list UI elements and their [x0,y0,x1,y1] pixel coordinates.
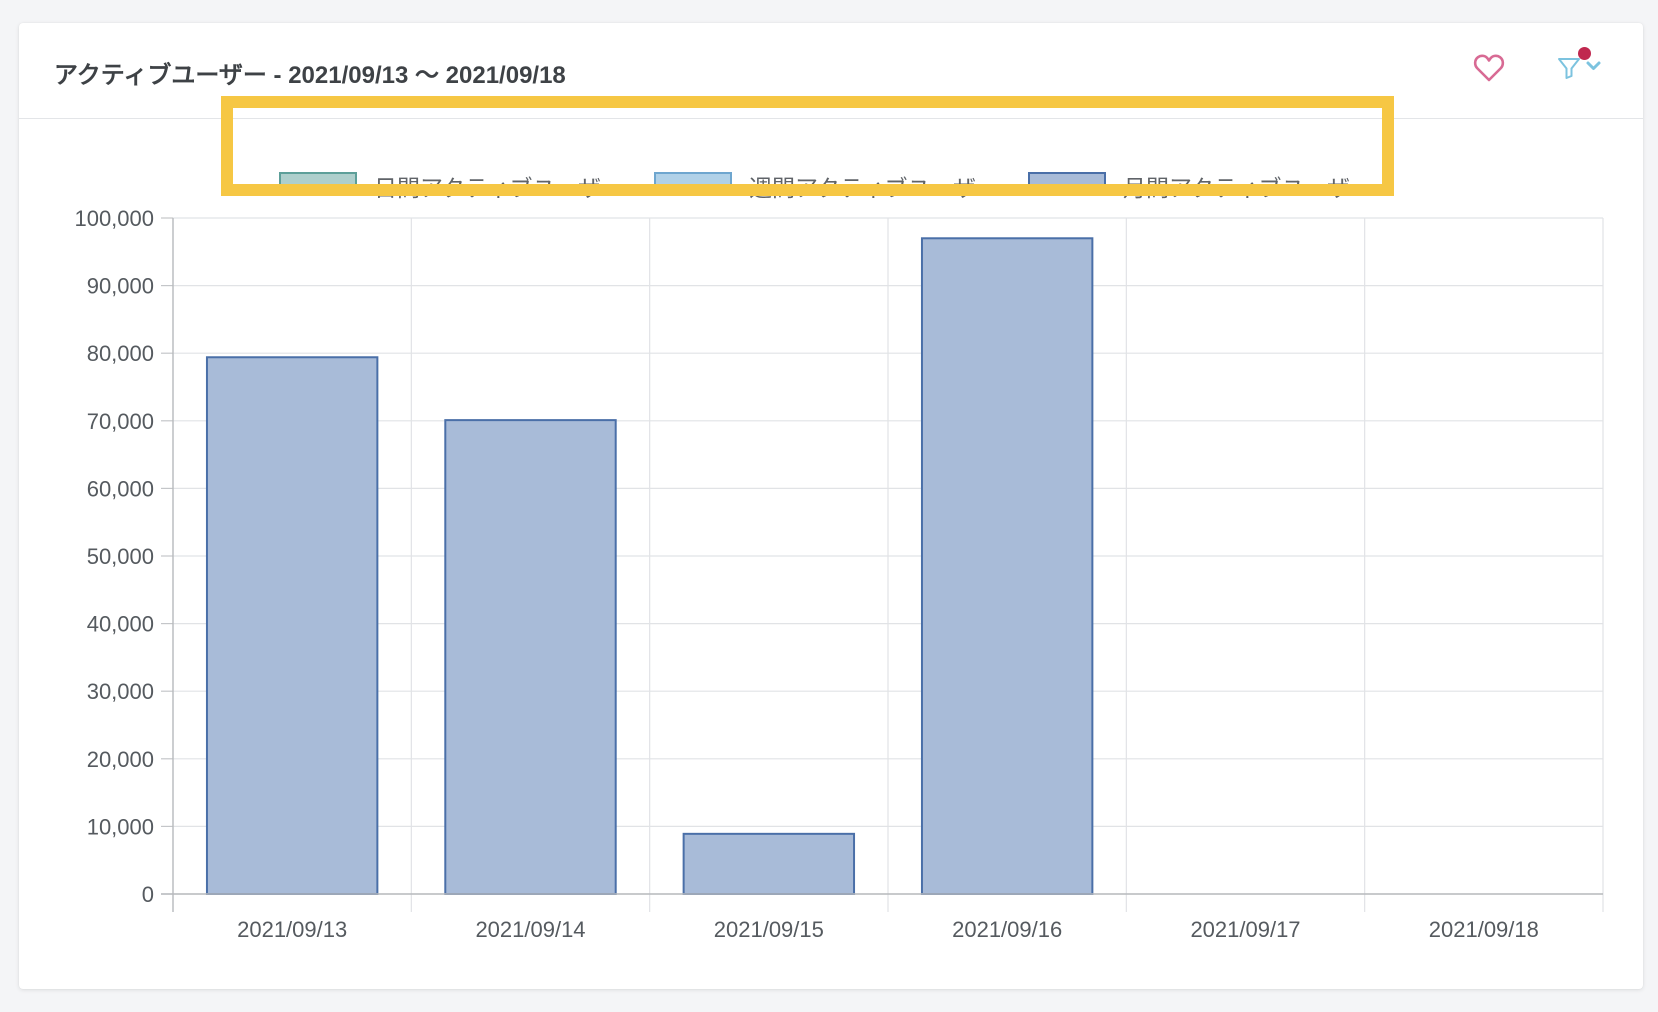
bar-2021-09-16 [920,237,1094,895]
y-tick-label: 20,000 [87,747,154,772]
y-tick-label: 50,000 [87,544,154,569]
x-tick-label: 2021/09/16 [952,917,1062,942]
x-tick-label: 2021/09/15 [714,917,824,942]
x-tick-label: 2021/09/14 [475,917,585,942]
legend-label-monthly: 月間アクティブユーザー [1123,175,1374,201]
y-tick-label: 90,000 [87,274,154,299]
bar-2021-09-13 [205,356,379,896]
y-tick-label: 10,000 [87,814,154,839]
y-tick-label: 0 [142,882,154,907]
bar-chart: 0 10,000 20,000 30,000 40,000 50,000 60,000 70,… [74,206,1604,942]
y-tick-label: 80,000 [87,341,154,366]
legend-swatch-monthly [1028,172,1106,196]
legend-label-daily: 日間アクティブユーザー [374,175,625,201]
x-tick-label: 2021/09/13 [237,917,347,942]
bar-2021-09-14 [444,419,617,895]
legend-swatch-daily [279,172,357,196]
x-tick-label: 2021/09/17 [1190,917,1300,942]
y-tick-label: 60,000 [87,476,154,501]
legend-label-weekly: 週間アクティブユーザー [749,175,1000,201]
y-tick-label: 40,000 [87,612,154,637]
y-tick-label: 70,000 [87,409,154,434]
y-tick-label: 100,000 [74,206,154,231]
x-tick-label: 2021/09/18 [1429,917,1539,942]
y-tick-label: 30,000 [87,679,154,704]
bar-2021-09-15 [682,832,856,895]
legend-swatch-weekly [654,172,732,196]
